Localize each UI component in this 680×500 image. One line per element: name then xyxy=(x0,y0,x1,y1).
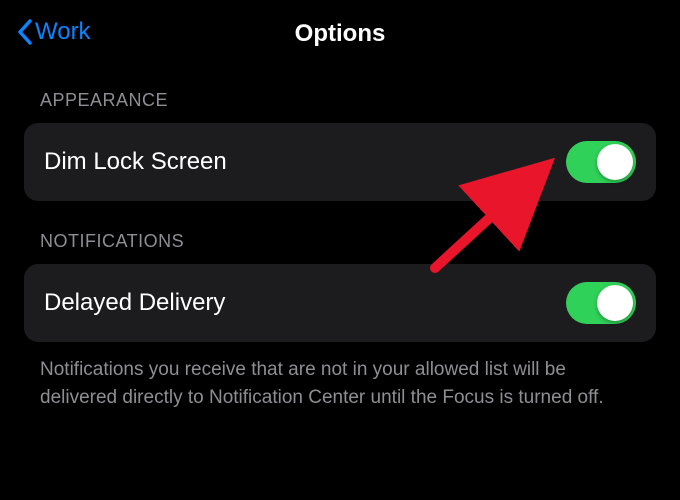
page-title: Options xyxy=(295,20,386,48)
delayed-delivery-toggle[interactable] xyxy=(566,282,636,324)
back-button[interactable]: Work xyxy=(16,18,91,46)
notifications-footer-text: Notifications you receive that are not i… xyxy=(0,342,680,411)
delayed-delivery-row: Delayed Delivery xyxy=(24,264,656,342)
delayed-delivery-label: Delayed Delivery xyxy=(44,289,225,317)
dim-lock-screen-row: Dim Lock Screen xyxy=(24,123,656,201)
toggle-knob xyxy=(597,285,633,321)
toggle-knob xyxy=(597,144,633,180)
dim-lock-screen-label: Dim Lock Screen xyxy=(44,148,227,176)
dim-lock-screen-toggle[interactable] xyxy=(566,141,636,183)
section-header-notifications: NOTIFICATIONS xyxy=(0,201,680,264)
section-header-appearance: APPEARANCE xyxy=(0,60,680,123)
back-label: Work xyxy=(35,18,91,46)
header: Work Options xyxy=(0,0,680,60)
chevron-left-icon xyxy=(16,18,33,46)
